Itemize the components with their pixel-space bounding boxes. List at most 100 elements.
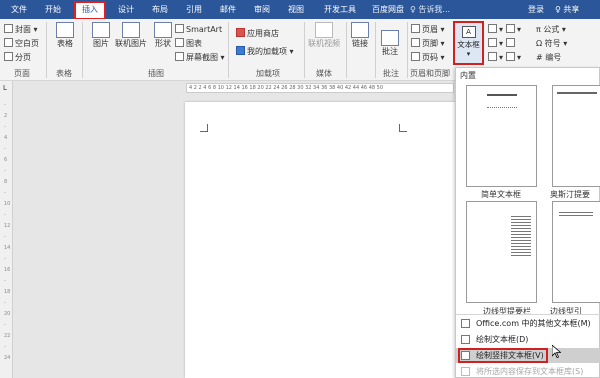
save-selection-icon — [461, 367, 470, 376]
menu-item-draw-textbox[interactable]: 绘制文本框(D) — [456, 332, 600, 347]
thumb-text-lines — [557, 92, 597, 98]
equation-button[interactable]: π 公式 ▾ — [536, 24, 566, 35]
chart-button[interactable]: 图表 — [175, 38, 202, 49]
share-button[interactable]: ♀ 共享 — [555, 3, 579, 17]
comment-button[interactable]: 批注 — [376, 30, 404, 56]
shapes-button[interactable]: 形状 — [148, 22, 178, 48]
ruler-tick: 14 — [4, 245, 11, 251]
login-link[interactable]: 登录 — [528, 3, 544, 17]
ruler-tick: 22 — [4, 333, 11, 339]
cover-page-button[interactable]: 封面 ▾ — [4, 24, 38, 35]
omega-icon: Ω — [536, 39, 545, 48]
ruler-tick: 4 — [4, 135, 8, 141]
tab-mailings[interactable]: 邮件 — [215, 3, 241, 17]
group-label-pages: 页面 — [14, 69, 30, 78]
textbox-button[interactable]: A 文本框 ▾ — [453, 21, 484, 65]
my-addins-button[interactable]: 我的加载项 ▾ — [236, 46, 294, 57]
tab-baidu-netdisk[interactable]: 百度网盘 — [368, 3, 408, 17]
tab-review[interactable]: 审阅 — [249, 3, 275, 17]
table-icon — [56, 22, 74, 38]
menu-item-draw-vertical-textbox[interactable]: 绘制竖排文本框(V) — [456, 348, 600, 363]
margin-corner-mark — [399, 124, 407, 132]
ruler-tick: - — [4, 322, 6, 328]
page-break-icon — [4, 52, 13, 61]
menu-item-more-from-office[interactable]: Office.com 中的其他文本框(M) — [456, 316, 600, 331]
gallery-caption: 简单文本框 — [481, 190, 521, 199]
footer-icon — [411, 38, 420, 47]
horizontal-ruler[interactable]: 4 2 2 4 6 8 10 12 14 16 18 20 22 24 26 2… — [186, 83, 454, 93]
gallery-thumb-sideline-sidebar[interactable] — [466, 201, 537, 303]
quick-parts-icon[interactable]: ▾ — [488, 24, 503, 34]
office-icon — [461, 319, 470, 328]
textbox-gallery-dropdown: 内置 简单文本框 奥斯汀提要 边线型提要栏 边线型引 Office.com 中的… — [455, 67, 600, 378]
tab-insert[interactable]: 插入 — [74, 1, 106, 20]
tell-me-search[interactable]: ♀ 告诉我... — [410, 3, 450, 17]
document-page[interactable] — [185, 102, 455, 378]
picture-button[interactable]: 图片 — [86, 22, 116, 48]
thumb-text-lines — [511, 216, 531, 258]
hash-icon: # — [536, 53, 546, 62]
gallery-thumb-austin[interactable] — [552, 85, 600, 187]
number-button[interactable]: # 编号 — [536, 52, 561, 63]
blank-page-button[interactable]: 空白页 — [4, 38, 39, 49]
object-icon[interactable]: ▾ — [506, 52, 521, 62]
tab-view[interactable]: 视图 — [283, 3, 309, 17]
online-picture-icon — [122, 22, 140, 38]
online-video-icon — [315, 22, 333, 38]
symbol-button[interactable]: Ω 符号 ▾ — [536, 38, 567, 49]
ruler-tick: 10 — [4, 201, 11, 207]
group-label-header-footer: 页眉和页脚 — [410, 69, 450, 78]
mouse-cursor-icon — [552, 345, 561, 358]
tab-design[interactable]: 设计 — [113, 3, 139, 17]
gallery-section-header: 内置 — [460, 71, 476, 80]
ruler-tick: - — [4, 124, 6, 130]
picture-icon — [92, 22, 110, 38]
tab-home[interactable]: 开始 — [40, 3, 66, 17]
footer-button[interactable]: 页脚 ▾ — [411, 38, 445, 49]
ruler-tick: - — [4, 190, 6, 196]
ribbon-separator — [82, 22, 83, 78]
group-label-table: 表格 — [56, 69, 72, 78]
ruler-tick: 20 — [4, 311, 11, 317]
store-button[interactable]: 应用商店 — [236, 28, 279, 39]
store-icon — [236, 28, 245, 37]
screenshot-button[interactable]: 屏幕截图 ▾ — [175, 52, 225, 63]
online-picture-button[interactable]: 联机图片 — [114, 22, 148, 48]
smartart-icon — [175, 24, 184, 33]
tab-file[interactable]: 文件 — [6, 3, 32, 17]
thumb-text-lines — [487, 94, 517, 108]
gallery-caption: 奥斯汀提要 — [550, 190, 590, 199]
ruler-tick: - — [4, 300, 6, 306]
tab-developer[interactable]: 开发工具 — [320, 3, 360, 17]
textbox-icon: A — [461, 26, 476, 38]
smartart-button[interactable]: SmartArt — [175, 24, 222, 34]
word-window: 文件 开始 插入 设计 布局 引用 邮件 审阅 视图 开发工具 百度网盘 ♀ 告… — [0, 0, 600, 378]
cover-page-icon — [4, 24, 13, 33]
ruler-tick: 2 — [4, 113, 8, 119]
links-button[interactable]: 链接 — [347, 22, 373, 48]
wordart-icon[interactable]: ▾ — [488, 38, 503, 48]
dropcap-icon[interactable]: ▾ — [488, 52, 503, 62]
ribbon-separator — [228, 22, 229, 78]
chevron-down-icon: ▾ — [466, 50, 471, 58]
ruler-tick: - — [4, 344, 6, 350]
datetime-icon[interactable] — [506, 38, 517, 48]
my-addins-icon — [236, 46, 245, 55]
vertical-ruler: - 2 - 4 - 6 - 8 - 10 - 12 - 14 - 16 - 18 - 20 - 22 - 24 — [4, 100, 11, 370]
gallery-thumb-simple-textbox[interactable] — [466, 85, 537, 187]
table-button[interactable]: 表格 — [50, 22, 80, 48]
page-number-icon — [411, 52, 420, 61]
ribbon-separator — [46, 22, 47, 78]
comment-icon — [381, 30, 399, 46]
header-button[interactable]: 页眉 ▾ — [411, 24, 445, 35]
tab-references[interactable]: 引用 — [181, 3, 207, 17]
signature-icon[interactable]: ▾ — [506, 24, 521, 34]
gallery-thumb-sideline-quote[interactable] — [552, 201, 600, 303]
ruler-tick: 8 — [4, 179, 8, 185]
group-label-addins: 加载项 — [256, 69, 280, 78]
tab-selector-icon[interactable]: L — [3, 84, 7, 92]
online-video-button[interactable]: 联机视频 — [306, 22, 342, 48]
tab-layout[interactable]: 布局 — [147, 3, 173, 17]
page-number-button[interactable]: 页码 ▾ — [411, 52, 445, 63]
page-break-button[interactable]: 分页 — [4, 52, 31, 63]
